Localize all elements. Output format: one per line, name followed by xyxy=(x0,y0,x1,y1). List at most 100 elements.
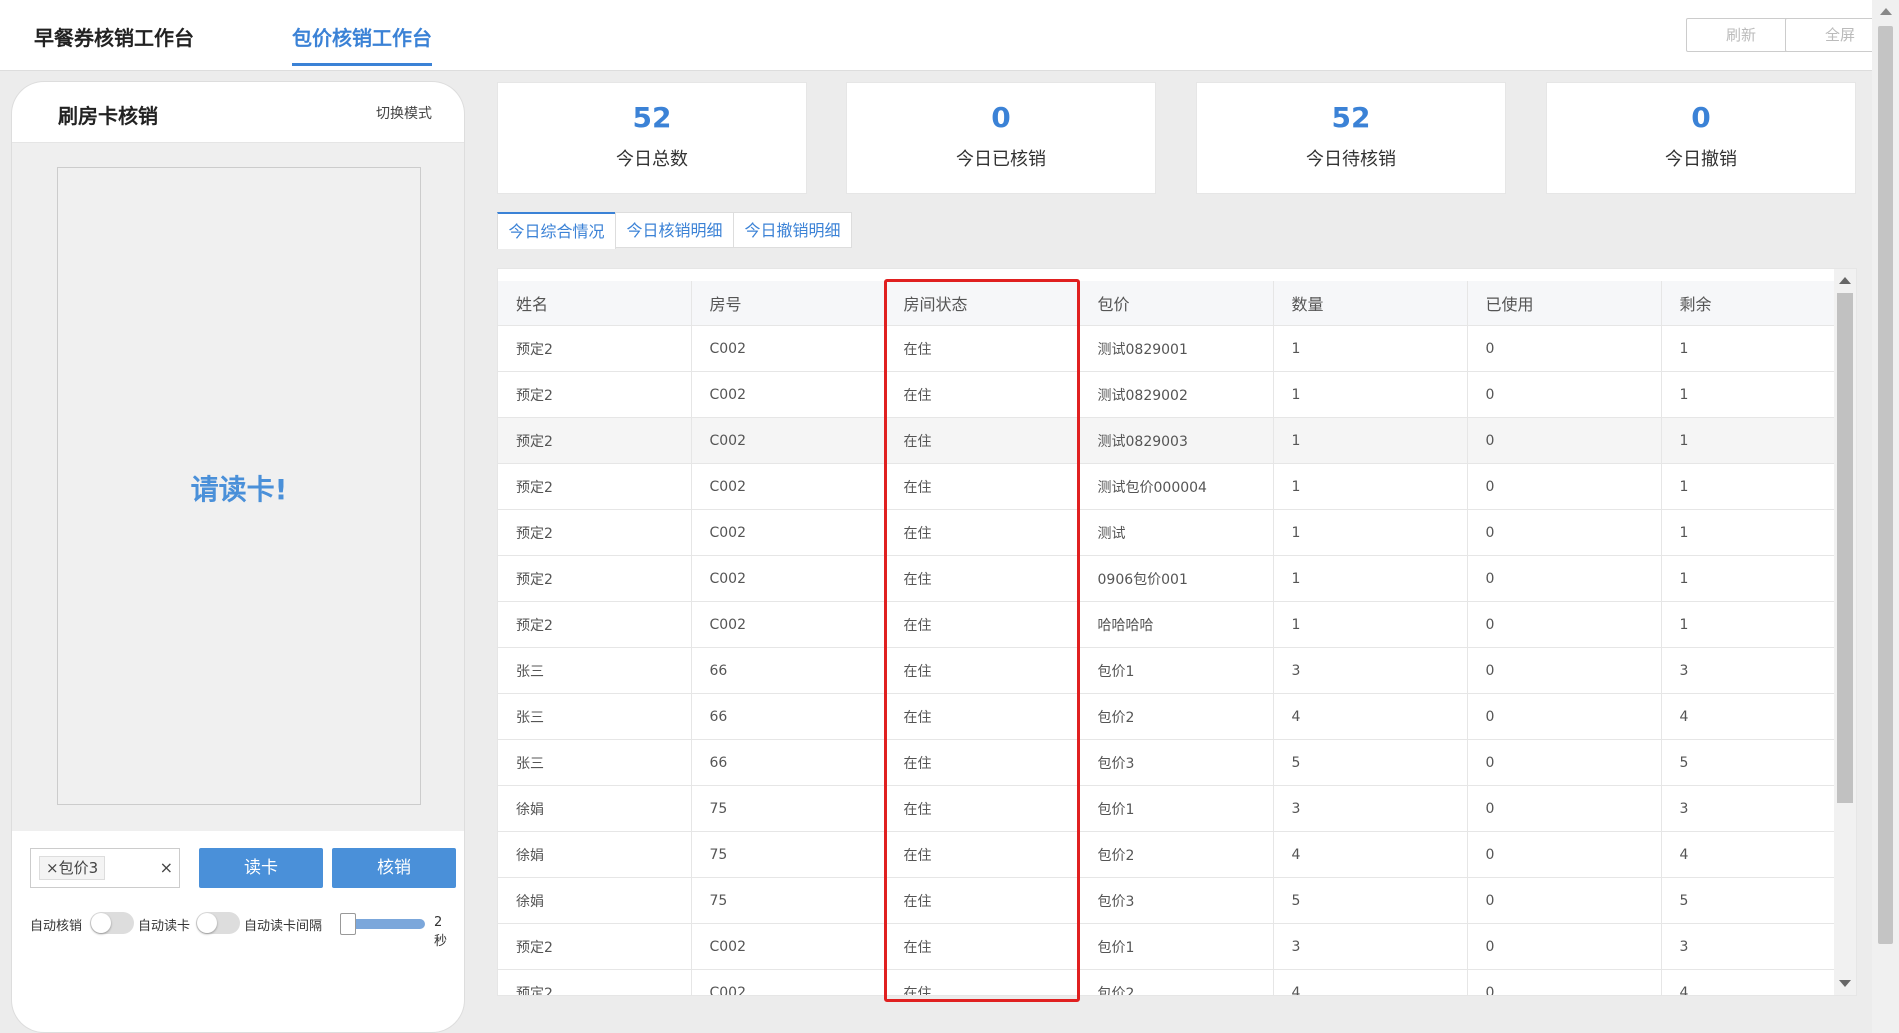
cell-name: 张三 xyxy=(498,739,692,786)
clear-selection-icon[interactable]: × xyxy=(160,858,173,877)
tab-package-verification[interactable]: 包价核销工作台 xyxy=(292,22,432,66)
stat-label: 今日总数 xyxy=(616,149,688,170)
cell-name: 预定2 xyxy=(498,325,692,372)
read-interval-slider-handle[interactable] xyxy=(340,913,356,935)
cell-quantity: 1 xyxy=(1273,417,1468,464)
page-scrollbar[interactable] xyxy=(1872,0,1899,1033)
table-scrollbar-thumb[interactable] xyxy=(1837,293,1853,803)
scroll-up-arrow-icon[interactable] xyxy=(1880,8,1892,15)
cell-quantity: 1 xyxy=(1273,509,1468,556)
table-row[interactable]: 预定2 C002 在住 包价1 3 0 3 xyxy=(498,923,1836,970)
cell-quantity: 1 xyxy=(1273,555,1468,602)
package-select[interactable]: ×包价3 × xyxy=(30,848,180,888)
cell-name: 预定2 xyxy=(498,555,692,602)
col-header-used[interactable]: 已使用 xyxy=(1467,281,1662,326)
auto-read-toggle[interactable] xyxy=(196,912,240,934)
cell-used: 0 xyxy=(1467,877,1662,924)
table-scroll-down-icon[interactable] xyxy=(1839,980,1851,987)
cell-name: 张三 xyxy=(498,693,692,740)
page-scrollbar-thumb[interactable] xyxy=(1878,26,1893,944)
stat-total-today: 52 今日总数 xyxy=(497,82,807,194)
cell-name: 张三 xyxy=(498,647,692,694)
tab-today-verified[interactable]: 今日核销明细 xyxy=(615,212,734,248)
table-row[interactable]: 徐娟 75 在住 包价1 3 0 3 xyxy=(498,785,1836,832)
cell-room-status: 在住 xyxy=(885,923,1080,970)
package-table: 姓名 房号 房间状态 包价 数量 已使用 剩余 预定2 C002 在住 测试08290… xyxy=(498,281,1836,995)
col-header-room[interactable]: 房号 xyxy=(691,281,886,326)
cell-name: 预定2 xyxy=(498,417,692,464)
stat-cancelled-today: 0 今日撤销 xyxy=(1546,82,1856,194)
cell-used: 0 xyxy=(1467,325,1662,372)
tag-remove-icon[interactable]: × xyxy=(46,859,59,877)
cell-used: 0 xyxy=(1467,739,1662,786)
read-card-button[interactable]: 读卡 xyxy=(199,848,323,888)
stat-value: 52 xyxy=(632,101,672,134)
stat-label: 今日已核销 xyxy=(956,149,1046,170)
stat-verified-today: 0 今日已核销 xyxy=(846,82,1156,194)
cell-room-status: 在住 xyxy=(885,463,1080,510)
stat-label: 今日待核销 xyxy=(1306,149,1396,170)
cell-remaining: 5 xyxy=(1661,877,1836,924)
cell-package: 包价1 xyxy=(1079,647,1274,694)
table-row[interactable]: 张三 66 在住 包价3 5 0 5 xyxy=(498,739,1836,786)
cell-used: 0 xyxy=(1467,693,1662,740)
cell-room-status: 在住 xyxy=(885,647,1080,694)
col-header-remaining[interactable]: 剩余 xyxy=(1661,281,1836,326)
cell-quantity: 1 xyxy=(1273,325,1468,372)
refresh-button[interactable]: 刷新 xyxy=(1686,18,1796,52)
table-row[interactable]: 预定2 C002 在住 哈哈哈哈 1 0 1 xyxy=(498,601,1836,648)
verify-button[interactable]: 核销 xyxy=(332,848,456,888)
table-row[interactable]: 预定2 C002 在住 测试包价000004 1 0 1 xyxy=(498,463,1836,510)
cell-quantity: 4 xyxy=(1273,831,1468,878)
cell-name: 预定2 xyxy=(498,969,692,995)
cell-quantity: 5 xyxy=(1273,739,1468,786)
cell-name: 徐娟 xyxy=(498,831,692,878)
cell-room-status: 在住 xyxy=(885,739,1080,786)
tab-today-cancelled[interactable]: 今日撤销明细 xyxy=(733,212,852,248)
table-row[interactable]: 预定2 C002 在住 测试 1 0 1 xyxy=(498,509,1836,556)
table-row[interactable]: 徐娟 75 在住 包价2 4 0 4 xyxy=(498,831,1836,878)
table-row[interactable]: 预定2 C002 在住 包价2 4 0 4 xyxy=(498,969,1836,995)
stat-value: 0 xyxy=(1691,101,1711,134)
table-scrollbar[interactable] xyxy=(1834,269,1856,995)
tab-breakfast-voucher[interactable]: 早餐券核销工作台 xyxy=(34,22,194,63)
col-header-package[interactable]: 包价 xyxy=(1079,281,1274,326)
cell-remaining: 1 xyxy=(1661,417,1836,464)
cell-used: 0 xyxy=(1467,923,1662,970)
cell-room-status: 在住 xyxy=(885,969,1080,995)
cell-room-status: 在住 xyxy=(885,509,1080,556)
col-header-room-status[interactable]: 房间状态 xyxy=(885,281,1080,326)
col-header-quantity[interactable]: 数量 xyxy=(1273,281,1468,326)
reader-title: 刷房卡核销 xyxy=(58,104,158,128)
cell-remaining: 1 xyxy=(1661,325,1836,372)
stat-label: 今日撤销 xyxy=(1665,149,1737,170)
cell-name: 徐娟 xyxy=(498,785,692,832)
reader-header: 刷房卡核销 切换模式 xyxy=(12,82,464,143)
selected-package-tag[interactable]: ×包价3 xyxy=(39,856,106,880)
table-row[interactable]: 预定2 C002 在住 测试0829001 1 0 1 xyxy=(498,325,1836,372)
cell-package: 包价1 xyxy=(1079,923,1274,970)
tab-today-overview[interactable]: 今日综合情况 xyxy=(497,212,616,249)
table-row[interactable]: 预定2 C002 在住 0906包价001 1 0 1 xyxy=(498,555,1836,602)
table-row[interactable]: 徐娟 75 在住 包价3 5 0 5 xyxy=(498,877,1836,924)
table-row[interactable]: 张三 66 在住 包价1 3 0 3 xyxy=(498,647,1836,694)
cell-package: 包价2 xyxy=(1079,831,1274,878)
cell-name: 预定2 xyxy=(498,509,692,556)
col-header-name[interactable]: 姓名 xyxy=(498,281,692,326)
auto-verify-toggle[interactable] xyxy=(90,912,134,934)
cell-room: C002 xyxy=(691,371,886,418)
toggle-knob xyxy=(197,913,217,933)
table-scroll-up-icon[interactable] xyxy=(1839,277,1851,284)
cell-package: 哈哈哈哈 xyxy=(1079,601,1274,648)
table-row[interactable]: 预定2 C002 在住 测试0829003 1 0 1 xyxy=(498,417,1836,464)
cell-room: 75 xyxy=(691,877,886,924)
cell-room-status: 在住 xyxy=(885,601,1080,648)
switch-mode-link[interactable]: 切换模式 xyxy=(376,103,432,123)
auto-read-label: 自动读卡 xyxy=(138,919,191,934)
cell-used: 0 xyxy=(1467,969,1662,995)
cell-room: C002 xyxy=(691,417,886,464)
cell-quantity: 3 xyxy=(1273,923,1468,970)
table-row[interactable]: 张三 66 在住 包价2 4 0 4 xyxy=(498,693,1836,740)
table-row[interactable]: 预定2 C002 在住 测试0829002 1 0 1 xyxy=(498,371,1836,418)
table-header-row: 姓名 房号 房间状态 包价 数量 已使用 剩余 xyxy=(498,281,1836,326)
